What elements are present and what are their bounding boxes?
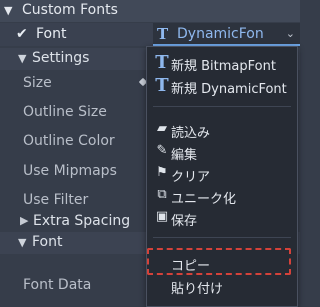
folder-icon: ▰ bbox=[157, 121, 167, 136]
property-label: Use Mipmaps bbox=[23, 163, 117, 179]
chevron-down-icon[interactable]: ⌄ bbox=[286, 27, 295, 40]
chevron-right-icon: ▶ bbox=[20, 214, 29, 227]
duplicate-icon: ⧉ bbox=[157, 187, 167, 202]
extra-spacing-title: Extra Spacing bbox=[33, 213, 131, 229]
menu-item-new-dynamicfont[interactable]: T 新規 DynamicFont bbox=[147, 75, 297, 97]
menu-item-edit[interactable]: ✎ 編集 bbox=[147, 142, 297, 163]
menu-item-label: 新規 BitmapFont bbox=[171, 59, 276, 74]
menu-item-paste[interactable]: 貼り付け bbox=[147, 276, 297, 297]
menu-item-label: 貼り付け bbox=[171, 282, 224, 297]
settings-title: Settings bbox=[32, 50, 90, 66]
font-subsection-title: Font bbox=[32, 234, 63, 250]
menu-item-make-unique[interactable]: ⧉ ユニーク化 bbox=[147, 186, 297, 207]
font-icon: T bbox=[155, 75, 169, 96]
menu-item-label: クリア bbox=[171, 170, 211, 185]
pencil-icon: ✎ bbox=[156, 143, 168, 158]
menu-item-save[interactable]: ▣ 保存 bbox=[147, 208, 297, 229]
font-resource-value: DynamicFon bbox=[177, 26, 264, 42]
menu-separator bbox=[153, 106, 291, 107]
chevron-down-icon: ▼ bbox=[18, 236, 27, 249]
menu-item-label: 保存 bbox=[171, 214, 198, 229]
menu-item-label: ユニーク化 bbox=[171, 192, 237, 207]
custom-fonts-section-header[interactable]: ▼ Custom Fonts bbox=[0, 0, 300, 22]
menu-item-label: 読込み bbox=[171, 126, 211, 141]
save-icon: ▣ bbox=[155, 209, 169, 224]
menu-separator bbox=[153, 237, 291, 238]
checkmark-icon[interactable]: ✔ bbox=[16, 26, 28, 42]
font-resource-picker[interactable]: T DynamicFon ⌄ bbox=[153, 23, 300, 46]
chevron-down-icon: ▼ bbox=[4, 4, 13, 17]
font-property-label: Font bbox=[36, 26, 67, 42]
chevron-down-icon: ▼ bbox=[18, 52, 27, 65]
copy-highlight-annotation bbox=[147, 248, 291, 275]
menu-item-label: 新規 DynamicFont bbox=[171, 82, 287, 97]
property-label: Use Filter bbox=[23, 192, 89, 208]
property-label: Outline Size bbox=[23, 104, 107, 120]
property-label: Outline Color bbox=[23, 133, 115, 149]
font-property-row: ✔ Font T DynamicFon ⌄ bbox=[0, 23, 300, 46]
section-title: Custom Fonts bbox=[22, 2, 118, 18]
broom-icon: ⚑ bbox=[156, 165, 168, 180]
property-label: Font Data bbox=[23, 277, 92, 293]
menu-item-new-bitmapfont[interactable]: T 新規 BitmapFont bbox=[147, 52, 297, 74]
menu-item-load[interactable]: ▰ 読込み bbox=[147, 120, 297, 141]
menu-item-clear[interactable]: ⚑ クリア bbox=[147, 164, 297, 185]
property-label: Size bbox=[23, 75, 52, 91]
font-icon: T bbox=[157, 25, 169, 43]
menu-item-label: 編集 bbox=[171, 148, 198, 163]
font-icon: T bbox=[155, 52, 169, 73]
